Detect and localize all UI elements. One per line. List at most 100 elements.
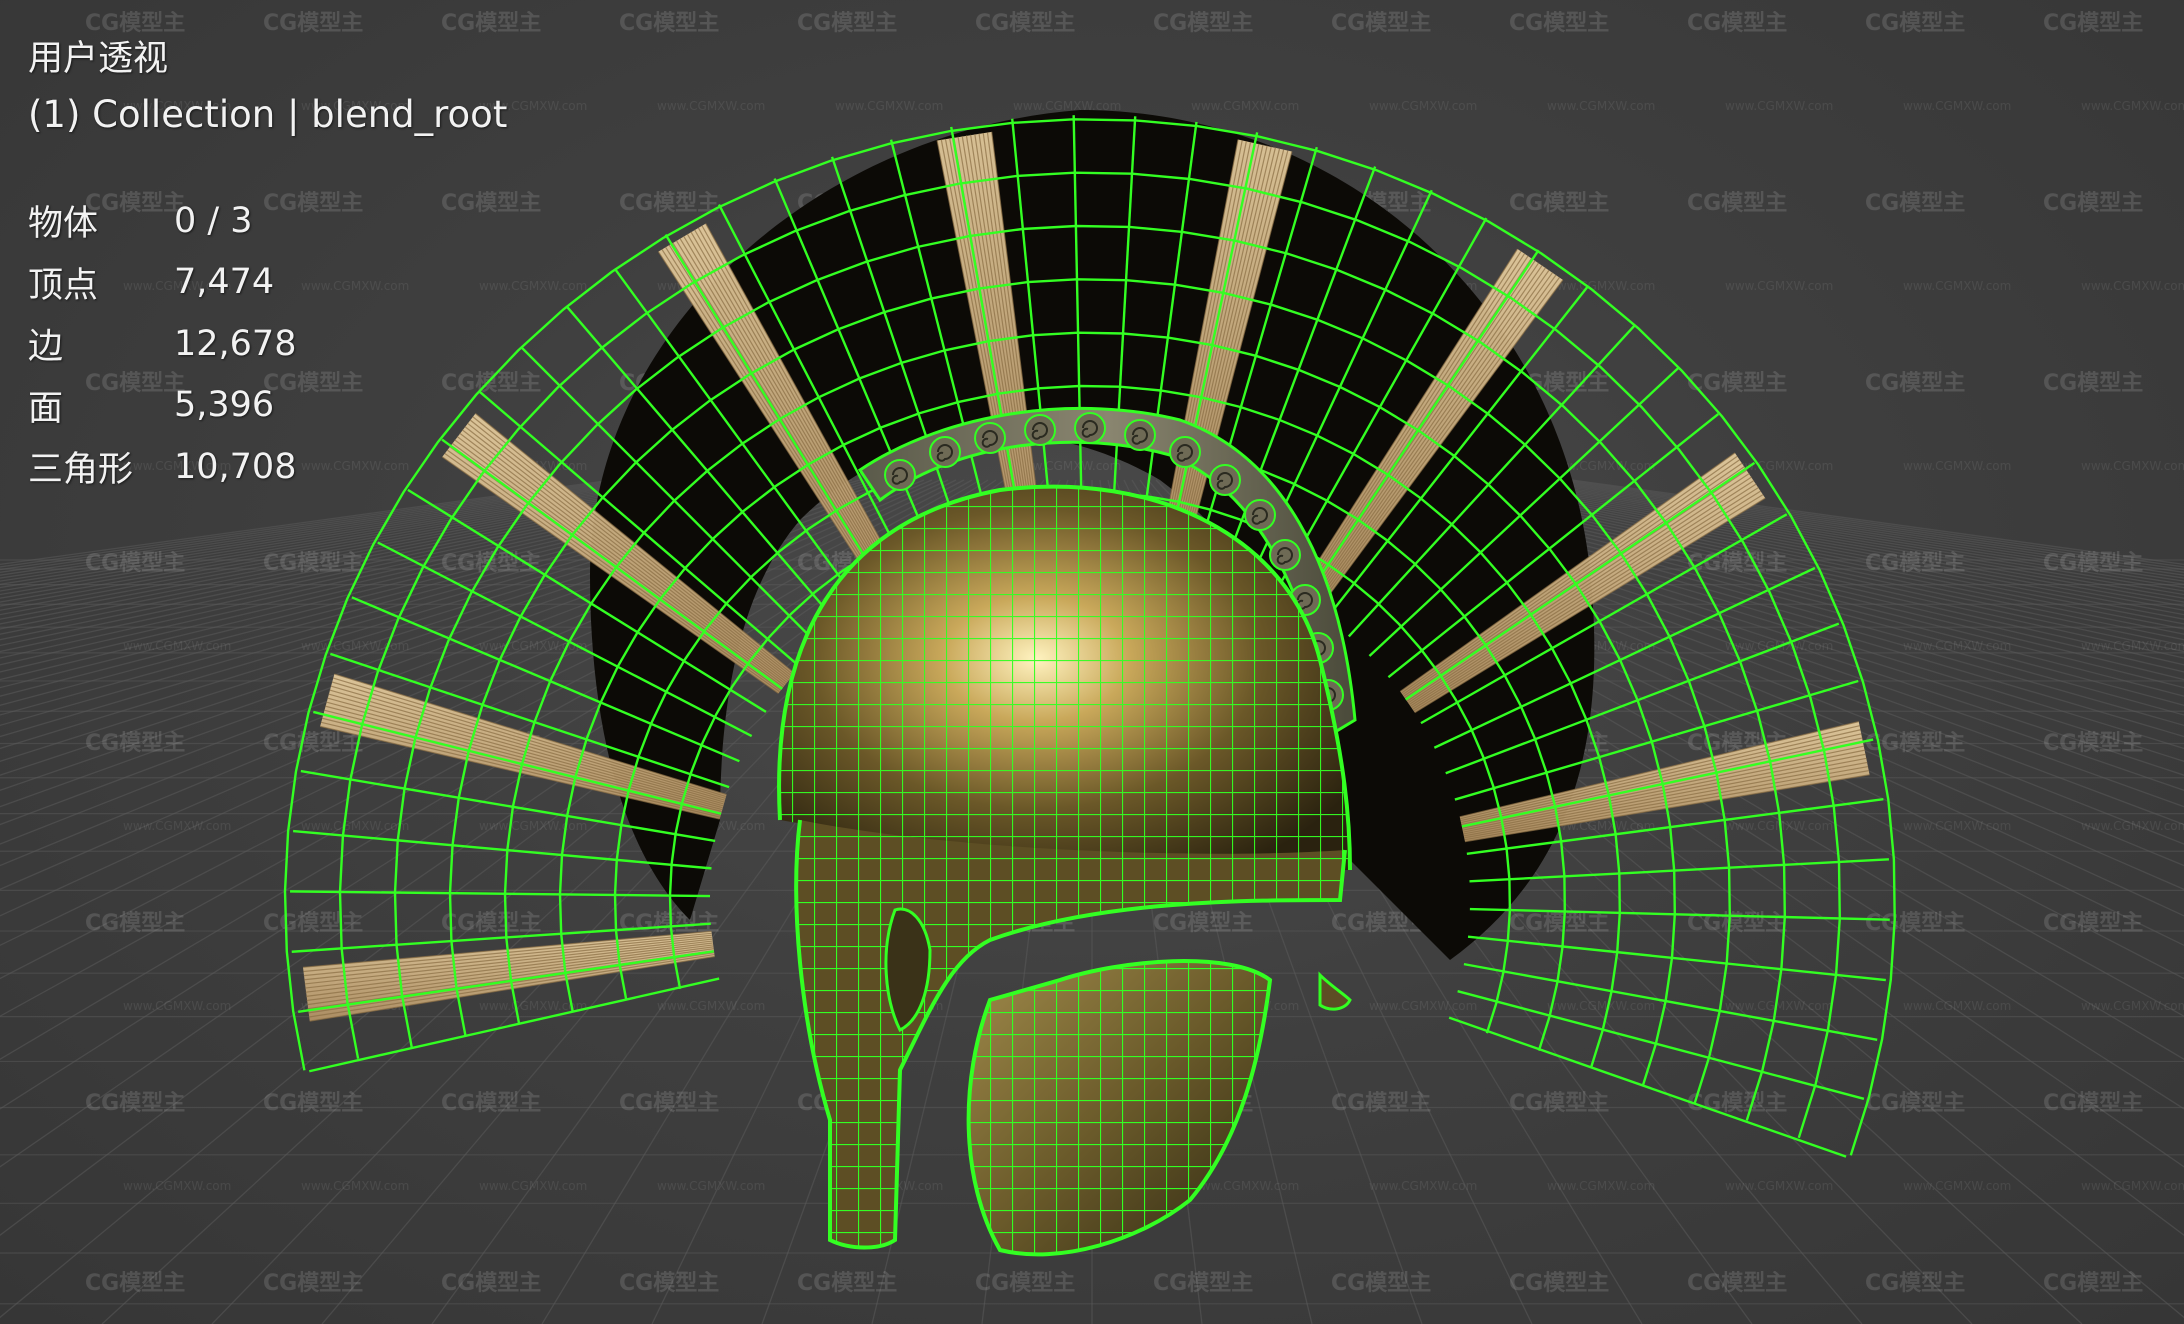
svg-text:www.CGMXW.com: www.CGMXW.com <box>2081 459 2184 473</box>
svg-text:www.CGMXW.com: www.CGMXW.com <box>123 999 231 1013</box>
svg-text:CG模型主: CG模型主 <box>1509 911 1609 936</box>
svg-text:CG模型主: CG模型主 <box>1331 1271 1431 1296</box>
svg-text:www.CGMXW.com: www.CGMXW.com <box>657 999 765 1013</box>
svg-text:CG模型主: CG模型主 <box>975 11 1075 36</box>
svg-text:CG模型主: CG模型主 <box>2043 551 2143 576</box>
svg-text:www.CGMXW.com: www.CGMXW.com <box>1191 1179 1299 1193</box>
svg-text:www.CGMXW.com: www.CGMXW.com <box>2081 99 2184 113</box>
svg-text:CG模型主: CG模型主 <box>975 1271 1075 1296</box>
svg-text:CG模型主: CG模型主 <box>1687 11 1787 36</box>
svg-text:CG模型主: CG模型主 <box>1865 1271 1965 1296</box>
svg-text:CG模型主: CG模型主 <box>619 11 719 36</box>
viewport-scene[interactable]: CG模型主 www.CGMXW.com CG模型主 www.CGMXW.com CG模型… <box>0 0 2184 1324</box>
svg-text:CG模型主: CG模型主 <box>441 911 541 936</box>
svg-text:www.CGMXW.com: www.CGMXW.com <box>1547 1179 1655 1193</box>
svg-text:www.CGMXW.com: www.CGMXW.com <box>1903 999 2011 1013</box>
view-name-label: 用户透视 <box>28 39 169 79</box>
svg-text:www.CGMXW.com: www.CGMXW.com <box>1369 1179 1477 1193</box>
stat-label: 三角形 <box>28 450 134 491</box>
svg-text:CG模型主: CG模型主 <box>2043 191 2143 216</box>
svg-text:CG模型主: CG模型主 <box>619 1091 719 1116</box>
stat-label: 面 <box>28 388 64 429</box>
svg-text:CG模型主: CG模型主 <box>263 1091 363 1116</box>
svg-text:CG模型主: CG模型主 <box>263 551 363 576</box>
svg-text:www.CGMXW.com: www.CGMXW.com <box>479 279 587 293</box>
svg-text:www.CGMXW.com: www.CGMXW.com <box>1725 279 1833 293</box>
svg-text:CG模型主: CG模型主 <box>797 1271 897 1296</box>
svg-text:CG模型主: CG模型主 <box>1687 1091 1787 1116</box>
svg-text:CG模型主: CG模型主 <box>1153 11 1253 36</box>
svg-text:www.CGMXW.com: www.CGMXW.com <box>1725 99 1833 113</box>
svg-text:CG模型主: CG模型主 <box>441 11 541 36</box>
svg-text:www.CGMXW.com: www.CGMXW.com <box>1725 1179 1833 1193</box>
stat-value: 7,474 <box>174 262 275 303</box>
svg-text:www.CGMXW.com: www.CGMXW.com <box>2081 639 2184 653</box>
svg-text:www.CGMXW.com: www.CGMXW.com <box>1903 1179 2011 1193</box>
svg-text:www.CGMXW.com: www.CGMXW.com <box>301 459 409 473</box>
svg-text:CG模型主: CG模型主 <box>1509 1271 1609 1296</box>
stat-row-triangles: 三角形 10,708 <box>28 436 296 498</box>
svg-text:www.CGMXW.com: www.CGMXW.com <box>2081 999 2184 1013</box>
svg-text:CG模型主: CG模型主 <box>1865 911 1965 936</box>
svg-text:CG模型主: CG模型主 <box>1865 371 1965 396</box>
svg-text:CG模型主: CG模型主 <box>263 911 363 936</box>
stat-label: 顶点 <box>28 265 99 306</box>
svg-text:www.CGMXW.com: www.CGMXW.com <box>479 1179 587 1193</box>
stat-row-faces: 面 5,396 <box>28 375 296 437</box>
svg-text:CG模型主: CG模型主 <box>1687 191 1787 216</box>
svg-text:CG模型主: CG模型主 <box>263 731 363 756</box>
svg-text:CG模型主: CG模型主 <box>1687 1271 1787 1296</box>
svg-text:www.CGMXW.com: www.CGMXW.com <box>123 819 231 833</box>
svg-text:CG模型主: CG模型主 <box>1865 11 1965 36</box>
svg-text:CG模型主: CG模型主 <box>85 1271 185 1296</box>
svg-text:CG模型主: CG模型主 <box>263 11 363 36</box>
svg-text:www.CGMXW.com: www.CGMXW.com <box>2081 279 2184 293</box>
svg-text:CG模型主: CG模型主 <box>1509 191 1609 216</box>
svg-text:www.CGMXW.com: www.CGMXW.com <box>835 99 943 113</box>
svg-text:www.CGMXW.com: www.CGMXW.com <box>123 639 231 653</box>
svg-text:CG模型主: CG模型主 <box>797 11 897 36</box>
scene-statistics: 物体 0 / 3 顶点 7,474 边 12,678 面 5,396 三角形 1… <box>28 190 296 498</box>
svg-text:www.CGMXW.com: www.CGMXW.com <box>1725 999 1833 1013</box>
svg-text:CG模型主: CG模型主 <box>441 1271 541 1296</box>
svg-text:CG模型主: CG模型主 <box>1153 911 1253 936</box>
svg-text:CG模型主: CG模型主 <box>85 911 185 936</box>
svg-text:CG模型主: CG模型主 <box>619 191 719 216</box>
svg-text:www.CGMXW.com: www.CGMXW.com <box>1903 99 2011 113</box>
svg-text:www.CGMXW.com: www.CGMXW.com <box>479 819 587 833</box>
stat-value: 12,678 <box>174 323 297 364</box>
svg-text:CG模型主: CG模型主 <box>619 1271 719 1296</box>
stat-value: 0 / 3 <box>174 200 253 241</box>
svg-text:CG模型主: CG模型主 <box>1865 191 1965 216</box>
svg-text:CG模型主: CG模型主 <box>1331 11 1431 36</box>
svg-text:CG模型主: CG模型主 <box>2043 1091 2143 1116</box>
svg-text:www.CGMXW.com: www.CGMXW.com <box>301 819 409 833</box>
collection-label: (1) Collection | blend_root <box>28 93 508 136</box>
svg-text:www.CGMXW.com: www.CGMXW.com <box>1903 459 2011 473</box>
helmet-face <box>794 819 1352 1257</box>
svg-text:CG模型主: CG模型主 <box>85 1091 185 1116</box>
svg-text:CG模型主: CG模型主 <box>1153 1271 1253 1296</box>
stat-value: 10,708 <box>174 446 297 487</box>
svg-text:www.CGMXW.com: www.CGMXW.com <box>1191 99 1299 113</box>
svg-text:CG模型主: CG模型主 <box>1865 551 1965 576</box>
svg-text:www.CGMXW.com: www.CGMXW.com <box>1369 99 1477 113</box>
svg-text:CG模型主: CG模型主 <box>1509 1091 1609 1116</box>
stat-row-edges: 边 12,678 <box>28 313 296 375</box>
svg-text:CG模型主: CG模型主 <box>1865 1091 1965 1116</box>
svg-text:www.CGMXW.com: www.CGMXW.com <box>301 1179 409 1193</box>
svg-text:www.CGMXW.com: www.CGMXW.com <box>301 639 409 653</box>
3d-viewport[interactable]: CG模型主 www.CGMXW.com CG模型主 www.CGMXW.com CG模型… <box>0 0 2184 1324</box>
stat-label: 物体 <box>28 204 99 245</box>
svg-text:www.CGMXW.com: www.CGMXW.com <box>1903 639 2011 653</box>
stat-row-vertices: 顶点 7,474 <box>28 252 296 314</box>
svg-text:www.CGMXW.com: www.CGMXW.com <box>1369 999 1477 1013</box>
svg-text:www.CGMXW.com: www.CGMXW.com <box>2081 819 2184 833</box>
svg-text:www.CGMXW.com: www.CGMXW.com <box>1903 819 2011 833</box>
svg-text:www.CGMXW.com: www.CGMXW.com <box>2081 1179 2184 1193</box>
stat-value: 5,396 <box>174 385 275 426</box>
svg-text:CG模型主: CG模型主 <box>2043 371 2143 396</box>
svg-text:www.CGMXW.com: www.CGMXW.com <box>301 279 409 293</box>
svg-text:CG模型主: CG模型主 <box>263 1271 363 1296</box>
svg-text:CG模型主: CG模型主 <box>2043 911 2143 936</box>
